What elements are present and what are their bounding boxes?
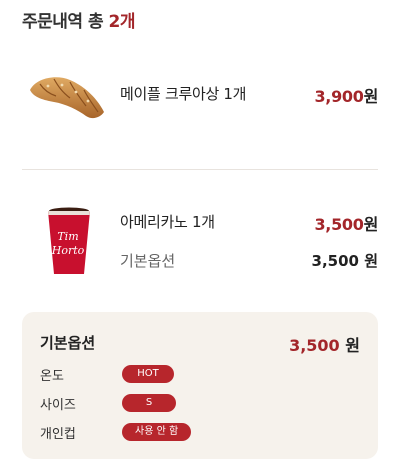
order-summary-prefix: 주문내역 총 bbox=[22, 12, 109, 32]
item-price-value: 3,500 bbox=[314, 215, 364, 234]
option-personal-cup-badge: 사용 안 함 bbox=[122, 423, 192, 441]
item-price: 3,900원 bbox=[314, 83, 378, 107]
option-panel-price: 3,500 원 bbox=[289, 332, 360, 356]
item-divider bbox=[22, 169, 378, 170]
item-price-value: 3,900 bbox=[314, 87, 364, 106]
order-item-americano: Tim Horto 아메리카노 1개 3,500원 기본옵션 3,500 원 bbox=[0, 200, 400, 290]
order-item-count: 2개 bbox=[108, 12, 136, 32]
item-price: 3,500원 bbox=[314, 211, 378, 235]
option-detail-panel: 기본옵션 3,500 원 온도 HOT 사이즈 S 개인컵 사용 안 함 bbox=[22, 312, 378, 459]
cup-brand-text-1: Tim bbox=[57, 230, 78, 243]
option-panel-price-unit: 원 bbox=[345, 336, 360, 355]
option-temperature-label: 온도 bbox=[40, 369, 64, 384]
item-option-label: 기본옵션 bbox=[120, 252, 176, 270]
option-panel-price-value: 3,500 bbox=[289, 336, 340, 355]
option-size-badge: S bbox=[122, 394, 176, 412]
option-temperature-badge: HOT bbox=[122, 365, 174, 383]
option-size-label: 사이즈 bbox=[40, 398, 76, 413]
coffee-cup-image: Tim Horto bbox=[48, 207, 90, 274]
item-option-price: 3,500 원 bbox=[311, 252, 378, 270]
item-price-unit: 원 bbox=[363, 215, 379, 234]
order-item-croissant: 메이플 크루아상 1개 3,900원 bbox=[0, 60, 400, 140]
option-panel-title: 기본옵션 bbox=[40, 334, 96, 352]
item-name: 메이플 크루아상 1개 bbox=[120, 85, 247, 103]
item-name: 아메리카노 1개 bbox=[120, 213, 215, 231]
option-personal-cup-label: 개인컵 bbox=[40, 427, 76, 442]
item-price-unit: 원 bbox=[363, 87, 379, 106]
croissant-image bbox=[30, 77, 104, 119]
order-summary-title: 주문내역 총 2개 bbox=[22, 7, 136, 32]
cup-brand-text-2: Horto bbox=[51, 244, 85, 257]
